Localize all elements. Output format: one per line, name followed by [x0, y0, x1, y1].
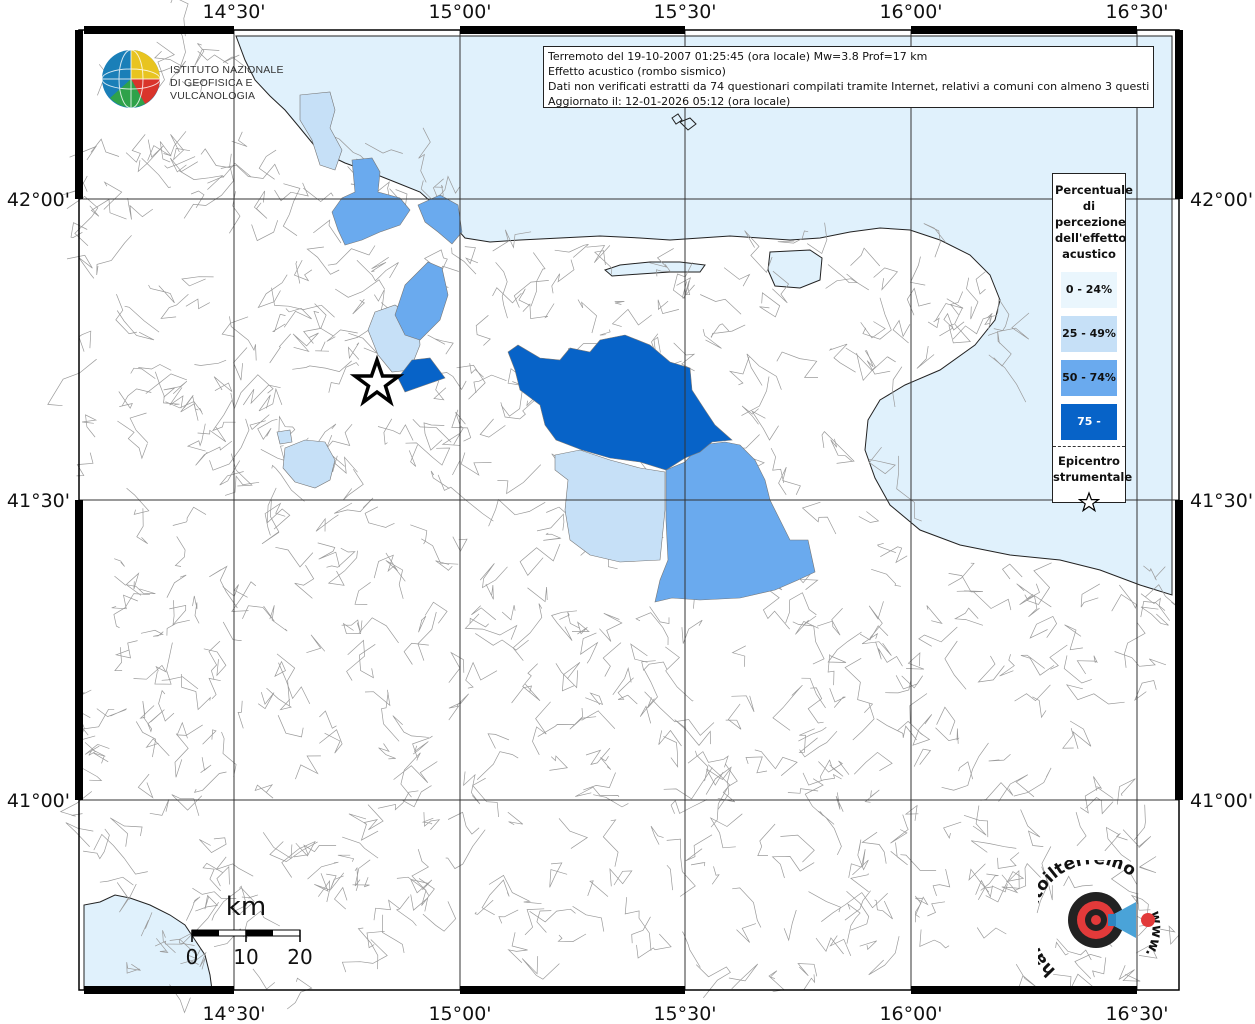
- legend-swatch-50-74: 50 - 74%: [1060, 360, 1118, 396]
- legend-star-icon: [1077, 491, 1101, 513]
- lat-label: 42°00': [7, 189, 70, 211]
- lat-label: 41°00': [7, 790, 70, 812]
- event-info-box: Terremoto del 19-10-2007 01:25:45 (ora l…: [543, 46, 1154, 108]
- lon-label: 14°30': [202, 1, 265, 23]
- update-time: Aggiornato il: 12-01-2026 05:12 (ora loc…: [548, 95, 791, 108]
- latitude-labels-left: 42°00' 41°30' 41°00': [7, 189, 70, 812]
- legend-epicenter-line: Epicentro: [1058, 454, 1120, 468]
- lat-label: 41°30': [1190, 490, 1253, 512]
- ingv-name-line: DI GEOFISICA E VULCANOLOGIA: [170, 77, 256, 102]
- haisentito-logo: haisentitoilterremoto.it www.: [1019, 845, 1168, 990]
- effect-type: Effetto acustico (rombo sismico): [548, 65, 726, 78]
- ingv-globe-icon: [101, 49, 161, 109]
- legend: Percentuale di percezione dell'effetto a…: [1052, 173, 1133, 513]
- legend-swatch-0-24: 0 - 24%: [1060, 272, 1118, 308]
- lon-label: 14°30': [202, 1003, 265, 1024]
- event-title: Terremoto del 19-10-2007 01:25:45 (ora l…: [548, 50, 928, 63]
- ingv-name-line: ISTITUTO NAZIONALE: [170, 64, 284, 76]
- lon-label: 15°30': [653, 1003, 716, 1024]
- legend-swatch-75-100: 75 - 100%: [1060, 404, 1118, 464]
- badge-icon: [1141, 913, 1155, 927]
- legend-title: Percentuale di percezione dell'effetto a…: [1053, 182, 1133, 262]
- longitude-labels-bottom: 14°30' 15°00' 15°30' 16°00' 16°30': [202, 1003, 1168, 1024]
- legend-epicenter-line: strumentale: [1053, 470, 1133, 484]
- lon-label: 16°00': [879, 1, 942, 23]
- lon-label: 16°00': [879, 1003, 942, 1024]
- lat-label: 41°00': [1190, 790, 1253, 812]
- municipality-class-25-49: [276, 429, 293, 445]
- scale-label: 10: [233, 945, 258, 969]
- data-note: Dati non verificati estratti da 74 quest…: [548, 80, 1149, 93]
- lon-label: 15°00': [428, 1003, 491, 1024]
- legend-title-line: Percentuale: [1055, 183, 1133, 197]
- lat-label: 41°30': [7, 490, 70, 512]
- lon-label: 15°00': [428, 1, 491, 23]
- latitude-labels-right: 42°00' 41°30' 41°00': [1190, 189, 1253, 812]
- legend-title-line: dell'effetto: [1055, 231, 1127, 245]
- lat-label: 42°00': [1190, 189, 1253, 211]
- legend-title-line: acustico: [1062, 247, 1116, 261]
- legend-swatch-25-49: 25 - 49%: [1060, 316, 1118, 352]
- scale-label: 0: [186, 945, 199, 969]
- longitude-labels-top: 14°30' 15°00' 15°30' 16°00' 16°30': [202, 1, 1168, 23]
- ingv-logo: ISTITUTO NAZIONALE DI GEOFISICA E VULCAN…: [100, 48, 310, 110]
- scale-unit: km: [226, 892, 266, 922]
- lon-label: 16°30': [1105, 1, 1168, 23]
- scale-label: 20: [287, 945, 312, 969]
- legend-epicenter-label: Epicentro strumentale: [1053, 453, 1133, 485]
- lon-label: 15°30': [653, 1, 716, 23]
- legend-title-line: di percezione: [1055, 199, 1126, 229]
- lon-label: 16°30': [1105, 1003, 1168, 1024]
